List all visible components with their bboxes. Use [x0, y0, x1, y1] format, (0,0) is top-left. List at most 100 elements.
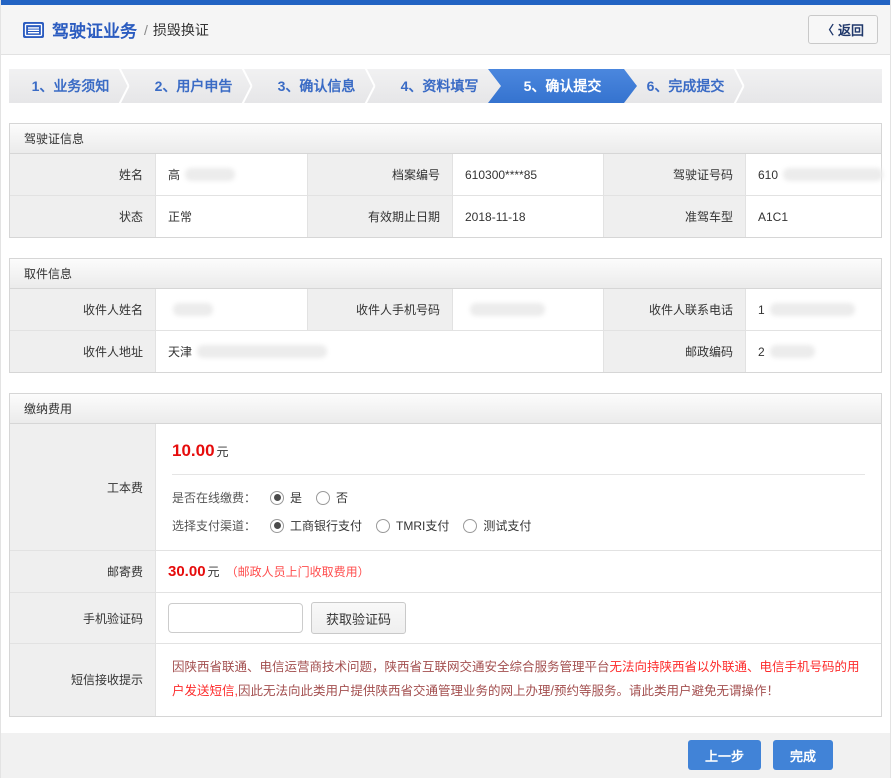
- redaction-blur: [770, 303, 855, 316]
- license-number-value: 610: [746, 154, 891, 195]
- online-pay-question: 是否在线缴费：: [172, 489, 256, 506]
- redaction-blur: [770, 345, 815, 358]
- step-3[interactable]: 3、确认信息: [255, 69, 378, 103]
- file-number-value: 610300****85: [453, 154, 603, 195]
- radio-channel-test[interactable]: [463, 519, 477, 533]
- breadcrumb-current: 损毁换证: [153, 20, 209, 40]
- captcha-input[interactable]: [168, 603, 303, 633]
- recipient-address-value: 天津: [156, 331, 603, 372]
- previous-step-button[interactable]: 上一步: [688, 740, 761, 770]
- breadcrumb-separator: /: [144, 22, 148, 38]
- mail-fee-unit: 元: [208, 563, 220, 580]
- radio-channel-tmri-label: TMRI支付: [396, 517, 449, 534]
- pay-channel-question: 选择支付渠道：: [172, 517, 256, 534]
- expiry-date-label: 有效期止日期: [307, 196, 453, 237]
- license-panel-title: 驾驶证信息: [10, 124, 881, 154]
- mail-fee-content: 30.00元 （邮政人员上门收取费用）: [156, 551, 881, 592]
- finish-button[interactable]: 完成: [773, 740, 833, 770]
- stepper-filler: [747, 69, 882, 103]
- vehicle-class-value: A1C1: [746, 196, 881, 237]
- pickup-info-panel: 取件信息 收件人姓名 收件人手机号码 收件人联系电话 1 收件人地址 天津 邮政…: [9, 258, 882, 373]
- status-label: 状态: [10, 196, 156, 237]
- pickup-panel-title: 取件信息: [10, 259, 881, 289]
- recipient-phone-label: 收件人联系电话: [603, 289, 746, 330]
- chevron-left-icon: 〈: [822, 21, 834, 38]
- radio-channel-tmri[interactable]: [376, 519, 390, 533]
- sms-notice-content: 因陕西省联通、电信运营商技术问题，陕西省互联网交通安全综合服务管理平台无法向持陕…: [156, 644, 881, 716]
- license-number-label: 驾驶证号码: [603, 154, 746, 195]
- redaction-blur: [783, 168, 883, 181]
- radio-online-yes[interactable]: [270, 491, 284, 505]
- sms-notice-label: 短信接收提示: [10, 644, 156, 716]
- page: 驾驶证业务 / 损毁换证 〈 返回 1、业务须知 2、用户申告 3、确认信息 4…: [0, 0, 891, 778]
- radio-channel-icbc[interactable]: [270, 519, 284, 533]
- card-fee-label: 工本费: [10, 424, 156, 550]
- postal-code-value: 2: [746, 331, 881, 372]
- captcha-label: 手机验证码: [10, 593, 156, 643]
- step-6-label: 6、完成提交: [647, 76, 725, 96]
- card-fee-content: 10.00元 是否在线缴费： 是 否 选择支付渠道： 工商银行支付 TMRI支付: [156, 424, 881, 550]
- table-row: 状态 正常 有效期止日期 2018-11-18 准驾车型 A1C1: [10, 195, 881, 237]
- back-button-label: 返回: [838, 20, 864, 39]
- step-separator-icon: [731, 69, 745, 103]
- license-info-panel: 驾驶证信息 姓名 高 档案编号 610300****85 驾驶证号码 610 状…: [9, 123, 882, 238]
- mail-fee-price: 30.00: [168, 563, 206, 580]
- online-pay-option-line: 是否在线缴费： 是 否: [172, 489, 865, 506]
- mail-fee-note: （邮政人员上门收取费用）: [226, 563, 370, 580]
- captcha-row: 手机验证码 获取验证码: [10, 592, 881, 643]
- card-fee-price: 10.00: [172, 441, 215, 460]
- card-fee-row: 工本费 10.00元 是否在线缴费： 是 否 选择支付渠道： 工商银行支付: [10, 424, 881, 550]
- sms-notice-row: 短信接收提示 因陕西省联通、电信运营商技术问题，陕西省互联网交通安全综合服务管理…: [10, 643, 881, 716]
- step-5-active[interactable]: 5、确认提交: [488, 69, 637, 103]
- back-button[interactable]: 〈 返回: [808, 15, 878, 44]
- step-4[interactable]: 4、资料填写: [378, 69, 501, 103]
- get-code-button[interactable]: 获取验证码: [311, 602, 406, 634]
- mail-fee-row: 邮寄费 30.00元 （邮政人员上门收取费用）: [10, 550, 881, 592]
- redaction-blur: [470, 303, 545, 316]
- name-label: 姓名: [10, 154, 156, 195]
- recipient-address-label: 收件人地址: [10, 331, 156, 372]
- table-row: 收件人姓名 收件人手机号码 收件人联系电话 1: [10, 289, 881, 330]
- recipient-mobile-value: [453, 289, 603, 330]
- step-1[interactable]: 1、业务须知: [9, 69, 132, 103]
- step-6[interactable]: 6、完成提交: [624, 69, 747, 103]
- recipient-mobile-label: 收件人手机号码: [307, 289, 453, 330]
- page-title: 驾驶证业务: [52, 17, 137, 42]
- sms-notice-text-3: 因此无法向此类用户提供陕西省交通管理业务的网上办理/预约等服务。请此类用户避免无…: [238, 684, 779, 698]
- step-2[interactable]: 2、用户申告: [132, 69, 255, 103]
- step-3-label: 3、确认信息: [278, 76, 356, 96]
- radio-channel-test-label: 测试支付: [483, 517, 531, 534]
- card-fee-unit: 元: [217, 445, 229, 459]
- recipient-name-label: 收件人姓名: [10, 289, 156, 330]
- recipient-name-value: [156, 289, 307, 330]
- step-4-label: 4、资料填写: [401, 76, 479, 96]
- name-value: 高: [156, 154, 307, 195]
- redaction-blur: [185, 168, 235, 181]
- redaction-blur: [173, 303, 213, 316]
- divider: [172, 474, 865, 475]
- table-row: 收件人地址 天津 邮政编码 2: [10, 330, 881, 372]
- payment-panel: 缴纳费用 工本费 10.00元 是否在线缴费： 是 否 选择支付渠道：: [9, 393, 882, 717]
- pay-channel-option-line: 选择支付渠道： 工商银行支付 TMRI支付 测试支付: [172, 517, 865, 534]
- status-value: 正常: [156, 196, 307, 237]
- step-separator-icon: [239, 69, 253, 103]
- file-number-label: 档案编号: [307, 154, 453, 195]
- captcha-content: 获取验证码: [156, 593, 881, 643]
- radio-online-no-label: 否: [336, 489, 348, 506]
- step-separator-icon: [362, 69, 376, 103]
- redaction-blur: [197, 345, 327, 358]
- postal-code-label: 邮政编码: [603, 331, 746, 372]
- step-separator-icon: [116, 69, 130, 103]
- recipient-phone-value: 1: [746, 289, 881, 330]
- expiry-date-value: 2018-11-18: [453, 196, 603, 237]
- radio-online-no[interactable]: [316, 491, 330, 505]
- table-row: 姓名 高 档案编号 610300****85 驾驶证号码 610: [10, 154, 881, 195]
- radio-online-yes-label: 是: [290, 489, 302, 506]
- license-menu-icon: [23, 22, 44, 38]
- sms-notice-text-1: 因陕西省联通、电信运营商技术问题，陕西省互联网交通安全综合服务管理平台: [172, 660, 610, 674]
- mail-fee-label: 邮寄费: [10, 551, 156, 592]
- step-5-label: 5、确认提交: [524, 76, 602, 96]
- page-header: 驾驶证业务 / 损毁换证 〈 返回: [1, 5, 890, 55]
- payment-panel-title: 缴纳费用: [10, 394, 881, 424]
- step-1-label: 1、业务须知: [32, 76, 110, 96]
